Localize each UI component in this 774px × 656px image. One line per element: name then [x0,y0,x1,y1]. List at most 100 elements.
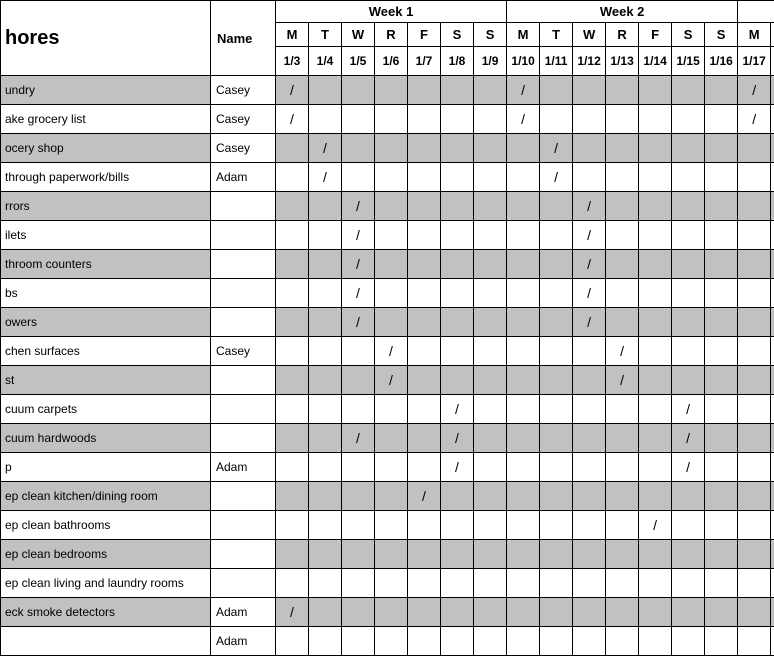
mark-cell [408,105,441,134]
mark-cell [507,250,540,279]
header-date: 1/15 [672,47,705,76]
mark-cell [705,598,738,627]
mark-cell [738,134,771,163]
mark-cell [408,221,441,250]
mark-cell [309,598,342,627]
mark-cell [342,337,375,366]
mark-cell [342,163,375,192]
mark-cell [375,453,408,482]
mark-cell [474,250,507,279]
chore-cell [1,627,211,656]
mark-cell [441,221,474,250]
mark-cell [276,627,309,656]
mark-cell [606,192,639,221]
mark-cell [375,540,408,569]
mark-cell [705,192,738,221]
mark-cell: / [606,366,639,395]
header-week-1: Week 1 [276,1,507,23]
mark-cell [375,627,408,656]
mark-cell [672,627,705,656]
mark-cell [507,134,540,163]
mark-cell [507,540,540,569]
mark-cell [342,482,375,511]
table-body: undryCasey///ake grocery listCasey///oce… [1,76,774,656]
mark-cell [540,192,573,221]
mark-cell [441,569,474,598]
mark-cell [639,221,672,250]
table-row: ilets/// [1,221,774,250]
mark-cell [474,279,507,308]
mark-cell [639,134,672,163]
mark-cell [738,395,771,424]
mark-cell [276,395,309,424]
mark-cell [408,540,441,569]
mark-cell [639,250,672,279]
mark-cell [375,482,408,511]
mark-cell [639,598,672,627]
mark-cell [771,453,774,482]
mark-cell [672,308,705,337]
header-date: 1/7 [408,47,441,76]
mark-cell [408,134,441,163]
mark-cell: / [507,76,540,105]
chore-cell: ilets [1,221,211,250]
table-row: cuum carpets// [1,395,774,424]
mark-cell [573,569,606,598]
mark-cell [573,482,606,511]
mark-cell [639,279,672,308]
mark-cell: / [507,105,540,134]
name-cell [211,279,276,308]
mark-cell [771,221,774,250]
mark-cell [309,279,342,308]
chore-cell: p [1,453,211,482]
mark-cell [474,308,507,337]
mark-cell [309,424,342,453]
mark-cell [672,250,705,279]
mark-cell: / [276,105,309,134]
mark-cell [342,395,375,424]
mark-cell [672,76,705,105]
mark-cell [738,511,771,540]
table-row: throom counters/// [1,250,774,279]
mark-cell: / [540,134,573,163]
mark-cell: / [672,395,705,424]
header-date: 1/8 [441,47,474,76]
mark-cell [408,337,441,366]
mark-cell [639,337,672,366]
header-date: 1/18 [771,47,774,76]
header-date: 1/6 [375,47,408,76]
mark-cell [441,134,474,163]
mark-cell [705,105,738,134]
mark-cell [507,279,540,308]
header-date: 1/14 [639,47,672,76]
mark-cell [342,540,375,569]
chore-cell: ake grocery list [1,105,211,134]
mark-cell [771,424,774,453]
mark-cell [705,163,738,192]
mark-cell [606,76,639,105]
mark-cell [540,337,573,366]
mark-cell [705,337,738,366]
mark-cell [738,627,771,656]
mark-cell [540,511,573,540]
mark-cell [573,163,606,192]
table-row: ocery shopCasey/// [1,134,774,163]
mark-cell [474,192,507,221]
mark-cell [441,511,474,540]
header-name: Name [211,1,276,76]
mark-cell [606,424,639,453]
mark-cell [507,627,540,656]
mark-cell [639,163,672,192]
chore-cell: chen surfaces [1,337,211,366]
mark-cell: / [771,163,774,192]
mark-cell [507,163,540,192]
mark-cell [606,105,639,134]
mark-cell: / [342,308,375,337]
header-week-2: Week 2 [507,1,738,23]
mark-cell [309,569,342,598]
chore-cell: ocery shop [1,134,211,163]
mark-cell [705,395,738,424]
mark-cell [507,453,540,482]
mark-cell [408,308,441,337]
mark-cell [606,569,639,598]
